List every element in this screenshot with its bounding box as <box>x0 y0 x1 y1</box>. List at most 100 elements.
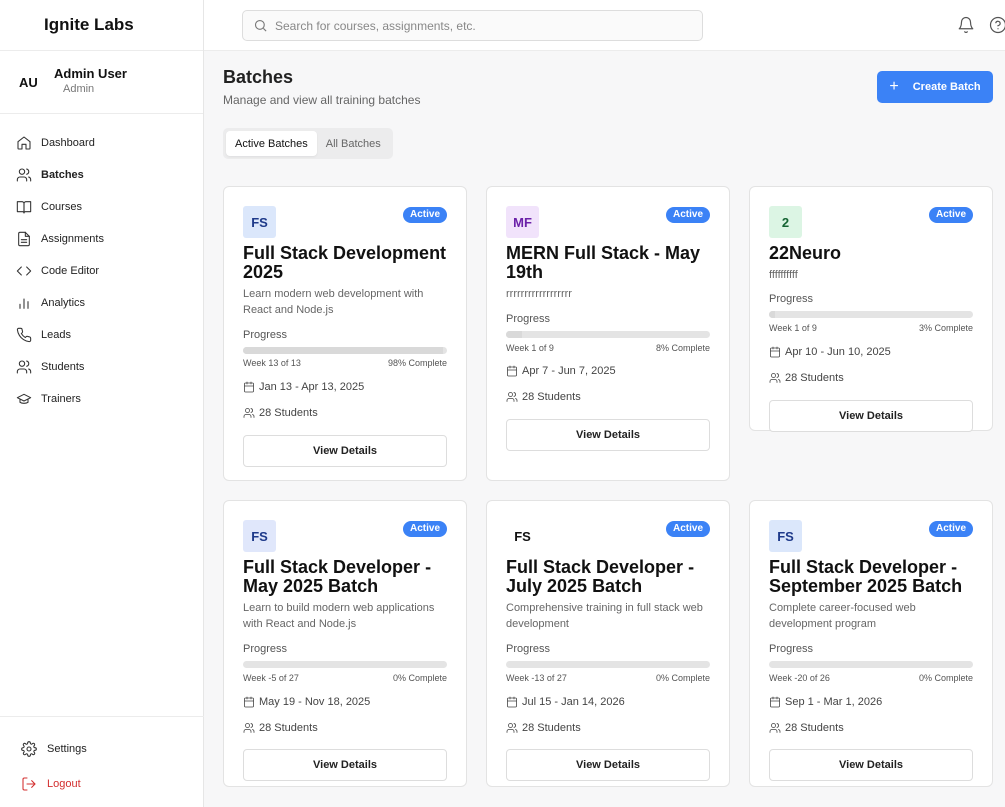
progress-label: Progress <box>769 643 814 655</box>
sidebar-item-dashboard[interactable]: Dashboard <box>0 127 203 159</box>
batch-card[interactable]: FS Active Full Stack Developer - May 2025 … <box>223 500 467 787</box>
users-icon <box>769 373 781 383</box>
student-count-text: 28 Students <box>785 722 844 734</box>
brand-logo[interactable]: Ignite Labs <box>0 0 203 51</box>
calendar-icon <box>770 346 780 358</box>
sidebar-item-label: Trainers <box>41 393 81 405</box>
sidebar-item-students[interactable]: Students <box>0 351 203 383</box>
date-range: Sep 1 - Mar 1, 2026 <box>769 696 882 708</box>
date-range-text: Jul 15 - Jan 14, 2026 <box>522 696 625 708</box>
home-icon <box>17 136 31 150</box>
users-icon <box>769 723 781 733</box>
week-text: Week -5 of 27 <box>243 673 299 683</box>
page-title: Batches <box>223 67 294 87</box>
sidebar-item-code-editor[interactable]: Code Editor <box>0 255 203 287</box>
tab-active-batches[interactable]: Active Batches <box>226 131 317 156</box>
user-name: Admin User <box>54 66 127 81</box>
sidebar-item-label: Students <box>41 361 85 373</box>
sidebar-item-analytics[interactable]: Analytics <box>0 287 203 319</box>
batch-description: ffffffffff <box>769 269 798 281</box>
batch-card[interactable]: MF Active MERN Full Stack - May 19th rrrrrr… <box>486 186 730 481</box>
sidebar-item-label: Dashboard <box>41 137 95 149</box>
graduation-cap-icon <box>16 393 32 404</box>
batch-card[interactable]: 2 Active 22Neuro ffffffffff Progress Week 1 o… <box>749 186 993 432</box>
date-range: May 19 - Nov 18, 2025 <box>243 696 370 708</box>
sidebar-item-settings[interactable]: Settings <box>0 731 204 766</box>
user-profile[interactable]: AU Admin User Admin <box>0 51 203 114</box>
sidebar-item-label: Analytics <box>41 297 86 309</box>
batch-description: Comprehensive training in full stack web… <box>506 602 703 630</box>
help-button[interactable] <box>989 16 1005 34</box>
users-icon <box>506 392 518 402</box>
notifications-button[interactable] <box>957 16 975 34</box>
percent-complete: 0% Complete <box>918 673 973 683</box>
search-box[interactable] <box>242 10 703 41</box>
calendar-icon <box>507 696 517 708</box>
batch-title: Full Stack Developer - May 2025 Batch <box>243 557 432 596</box>
view-details-button[interactable]: View Details <box>506 749 710 781</box>
sidebar: Ignite Labs AU Admin User Admin Dashboar… <box>0 0 204 807</box>
sidebar-item-label: Code Editor <box>41 265 100 277</box>
users-icon <box>506 723 518 733</box>
week-text: Week 13 of 13 <box>243 358 301 368</box>
calendar-icon <box>770 696 780 708</box>
date-range-text: Apr 7 - Jun 7, 2025 <box>522 365 616 377</box>
file-icon <box>18 231 30 247</box>
batch-initials-icon: FS <box>506 520 539 552</box>
batch-description: rrrrrrrrrrrrrrrrrr <box>506 288 572 300</box>
student-count-text: 28 Students <box>522 391 581 403</box>
student-count: 28 Students <box>243 407 318 419</box>
date-range-text: Jan 13 - Apr 13, 2025 <box>259 381 365 393</box>
view-details-button[interactable]: View Details <box>769 400 973 432</box>
batch-card[interactable]: FS Active Full Stack Developer - September… <box>749 500 993 787</box>
view-details-button[interactable]: View Details <box>243 749 447 781</box>
percent-complete: 0% Complete <box>392 673 447 683</box>
student-count-text: 28 Students <box>259 407 318 419</box>
batch-initials-icon: FS <box>769 520 802 552</box>
batch-card[interactable]: FS Active Full Stack Developer - July 2025… <box>486 500 730 787</box>
create-batch-button[interactable]: + Create Batch <box>877 71 993 103</box>
sidebar-item-trainers[interactable]: Trainers <box>0 383 203 415</box>
date-range: Jan 13 - Apr 13, 2025 <box>243 381 364 393</box>
batch-title: Full Stack Developer - July 2025 Batch <box>506 557 695 596</box>
bell-icon <box>958 16 974 34</box>
tab-all-batches[interactable]: All Batches <box>317 131 390 156</box>
sidebar-item-label: Courses <box>41 201 82 213</box>
view-details-button[interactable]: View Details <box>243 435 447 467</box>
percent-complete: 0% Complete <box>655 673 710 683</box>
percent-complete: 8% Complete <box>655 343 710 353</box>
view-details-button[interactable]: View Details <box>769 749 973 781</box>
sidebar-item-assignments[interactable]: Assignments <box>0 223 203 255</box>
sidebar-item-courses[interactable]: Courses <box>0 191 203 223</box>
sidebar-item-leads[interactable]: Leads <box>0 319 203 351</box>
progress-bar <box>243 661 447 668</box>
logout-button[interactable]: Logout <box>0 766 204 801</box>
user-role: Admin <box>63 83 95 95</box>
sidebar-item-batches[interactable]: Batches <box>0 159 203 191</box>
batch-initials-icon: MF <box>506 206 539 238</box>
batch-card[interactable]: FS Active Full Stack Development 2025 Learn… <box>223 186 467 481</box>
batch-description: Learn modern web development with React … <box>243 288 424 316</box>
sidebar-item-label: Batches <box>41 169 84 181</box>
batch-title: Full Stack Development 2025 <box>243 243 447 282</box>
week-text: Week 1 of 9 <box>769 323 817 333</box>
create-batch-label: Create Batch <box>912 81 981 93</box>
logout-label: Logout <box>47 777 81 790</box>
view-details-button[interactable]: View Details <box>506 419 710 451</box>
progress-bar <box>769 661 973 668</box>
top-bar <box>204 0 1005 51</box>
student-count: 28 Students <box>769 722 844 734</box>
week-text: Week 1 of 9 <box>506 343 554 353</box>
page-subtitle: Manage and view all training batches <box>223 93 421 107</box>
student-count: 28 Students <box>506 391 581 403</box>
sidebar-nav: Dashboard Batches Courses Assignments Co… <box>0 114 203 415</box>
search-input[interactable] <box>275 18 675 33</box>
date-range-text: Apr 10 - Jun 10, 2025 <box>785 346 891 358</box>
student-count: 28 Students <box>243 722 318 734</box>
progress-bar <box>506 661 710 668</box>
status-badge: Active <box>665 521 710 537</box>
users-icon <box>16 360 32 374</box>
batch-initials-icon: 2 <box>769 206 802 238</box>
date-range-text: May 19 - Nov 18, 2025 <box>259 696 371 708</box>
week-text: Week -13 of 27 <box>506 673 567 683</box>
